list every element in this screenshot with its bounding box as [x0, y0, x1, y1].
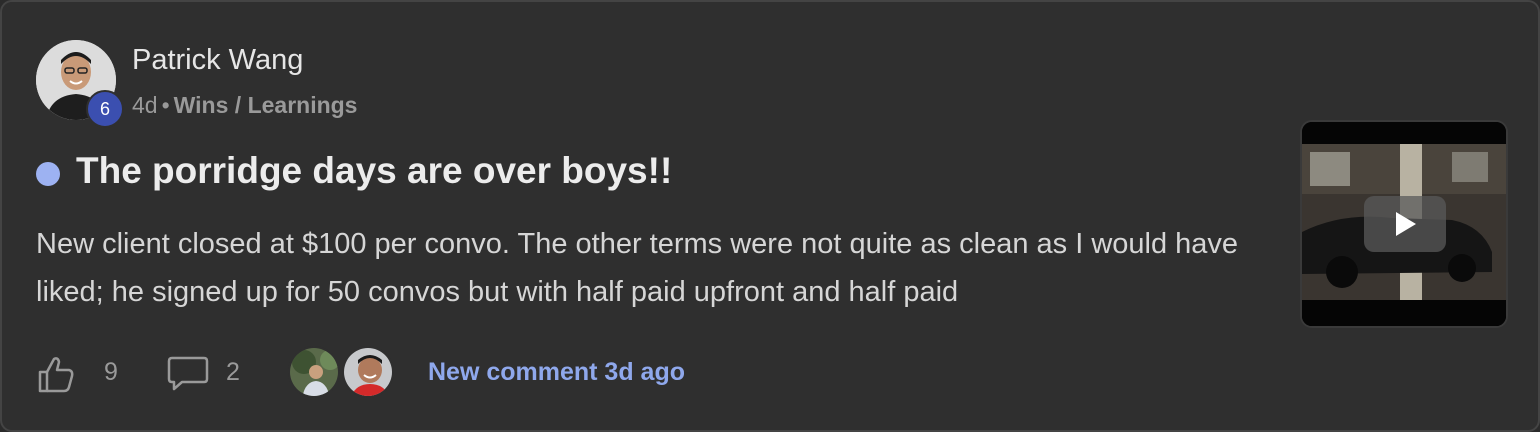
thumbs-up-icon[interactable]	[36, 354, 76, 394]
play-button[interactable]	[1364, 196, 1446, 252]
comment-bubble-icon[interactable]	[166, 354, 210, 394]
post-meta: 4d • Wins / Learnings	[132, 92, 357, 119]
post-category[interactable]: Wins / Learnings	[174, 92, 358, 118]
commenter-avatar-icon	[344, 348, 392, 396]
post-card[interactable]: 6 Patrick Wang 4d • Wins / Learnings The p…	[0, 0, 1540, 432]
post-title[interactable]: The porridge days are over boys!!	[76, 150, 672, 192]
title-row[interactable]: The porridge days are over boys!!	[36, 148, 1236, 196]
post-footer: 9 2 New comment 3d ago	[36, 346, 936, 402]
comment-count: 2	[226, 358, 240, 386]
post-body[interactable]: New client closed at $100 per convo. The…	[36, 220, 1256, 316]
video-thumbnail[interactable]	[1300, 120, 1508, 328]
like-count: 9	[104, 358, 118, 386]
post-time: 4d	[132, 92, 158, 118]
unread-indicator	[36, 162, 60, 186]
commenter-avatar-icon	[290, 348, 338, 396]
author-avatar-wrap[interactable]: 6	[36, 40, 124, 128]
level-badge: 6	[86, 90, 124, 128]
meta-separator: •	[161, 92, 170, 118]
commenter-avatar[interactable]	[342, 346, 394, 398]
author-row: 6 Patrick Wang 4d • Wins / Learnings	[36, 40, 636, 128]
commenter-avatar[interactable]	[288, 346, 340, 398]
new-comment-link[interactable]: New comment 3d ago	[428, 358, 685, 387]
play-icon	[1396, 212, 1416, 236]
author-name[interactable]: Patrick Wang	[132, 44, 303, 77]
